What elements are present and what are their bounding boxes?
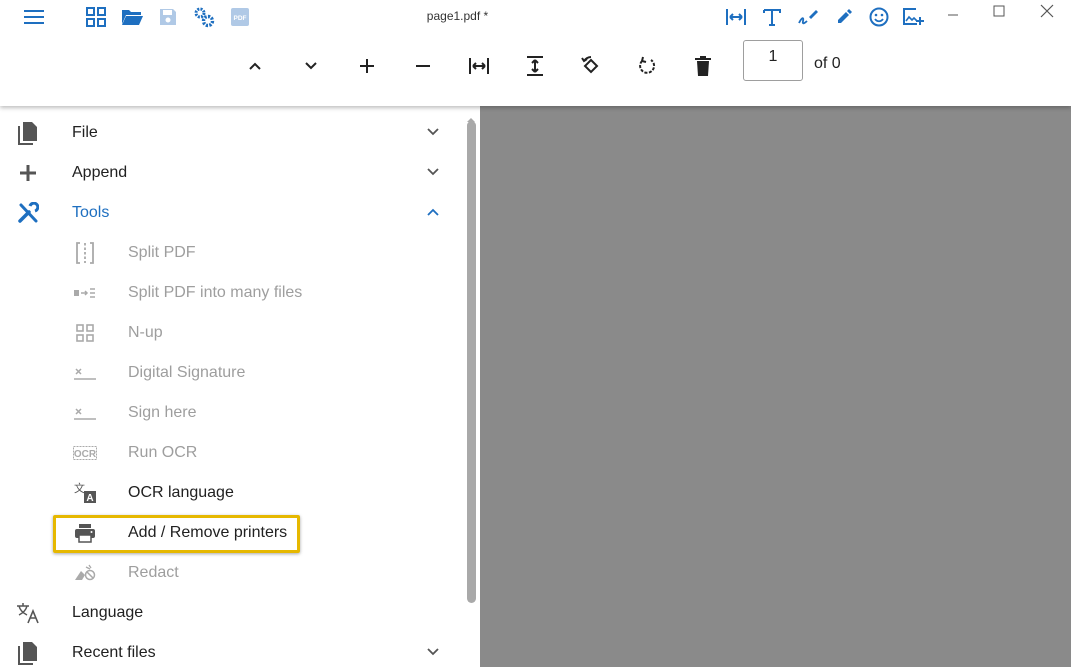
tool-redact-label: Redact	[128, 564, 179, 581]
text-tool-icon[interactable]	[760, 6, 784, 28]
tool-run-ocr-label: Run OCR	[128, 444, 198, 461]
sidebar-menu: File Append Tools Split PDF Split PDF in…	[0, 106, 480, 667]
tool-redact[interactable]: Redact	[0, 553, 462, 593]
menu-icon[interactable]	[22, 6, 46, 28]
save-icon[interactable]	[157, 6, 179, 28]
tool-ocr-language-label: OCR language	[128, 484, 234, 501]
menu-item-append[interactable]: Append	[0, 153, 462, 193]
chevron-down-icon	[426, 645, 444, 663]
redact-icon	[72, 561, 98, 585]
tool-run-ocr[interactable]: OCR Run OCR	[0, 433, 462, 473]
menu-item-recent-files[interactable]: Recent files	[0, 633, 462, 667]
minimize-window-icon[interactable]	[933, 0, 973, 22]
emoji-stamp-icon[interactable]	[867, 6, 891, 28]
file-copy-icon	[15, 641, 41, 665]
translate-icon: 文A	[72, 481, 98, 505]
tool-digital-signature-label: Digital Signature	[128, 364, 246, 381]
tool-n-up[interactable]: N-up	[0, 313, 462, 353]
next-page-icon[interactable]	[299, 54, 323, 78]
tool-split-pdf-label: Split PDF	[128, 244, 196, 261]
fit-to-height-icon[interactable]	[523, 54, 547, 78]
ocr-icon: OCR	[72, 441, 98, 465]
open-folder-icon[interactable]	[120, 6, 144, 28]
tool-sign-here[interactable]: Sign here	[0, 393, 462, 433]
menu-item-append-label: Append	[72, 164, 128, 181]
delete-page-icon[interactable]	[691, 54, 715, 78]
window-title: page1.pdf *	[426, 9, 489, 23]
close-window-icon[interactable]	[1027, 0, 1067, 22]
tool-ocr-language[interactable]: 文A OCR language	[0, 473, 462, 513]
rotate-counterclockwise-icon[interactable]	[579, 54, 603, 78]
tools-wrench-icon	[15, 201, 41, 225]
menu-item-language[interactable]: Language	[0, 593, 462, 633]
plus-icon	[15, 161, 41, 185]
chevron-up-icon	[426, 205, 444, 223]
settings-gears-icon[interactable]	[192, 6, 216, 28]
printer-icon	[72, 521, 98, 545]
tool-sign-here-label: Sign here	[128, 404, 197, 421]
chevron-down-icon	[426, 165, 444, 183]
menu-item-tools-label: Tools	[72, 204, 110, 221]
rotate-clockwise-icon[interactable]	[635, 54, 659, 78]
total-pages-label: of 0	[814, 55, 841, 72]
tool-split-many-files[interactable]: Split PDF into many files	[0, 273, 462, 313]
signature-pen-icon[interactable]	[795, 6, 821, 28]
n-up-grid-icon	[72, 321, 98, 345]
translate-icon	[15, 601, 41, 625]
split-many-files-icon	[72, 281, 98, 305]
svg-text:A: A	[86, 493, 93, 504]
tool-add-remove-printers-label: Add / Remove printers	[128, 524, 288, 541]
maximize-window-icon[interactable]	[979, 0, 1019, 22]
fit-width-icon[interactable]	[724, 6, 748, 28]
menu-item-file[interactable]: File	[0, 113, 462, 153]
svg-text:PDF: PDF	[234, 15, 247, 22]
menu-item-tools[interactable]: Tools	[0, 193, 462, 233]
tool-n-up-label: N-up	[128, 324, 163, 341]
page-number-input[interactable]	[743, 40, 803, 81]
highlighter-icon[interactable]	[832, 6, 856, 28]
add-image-icon[interactable]	[900, 6, 926, 28]
zoom-in-icon[interactable]	[355, 54, 379, 78]
pdf-file-icon[interactable]: PDF	[229, 6, 251, 28]
fit-to-width-icon[interactable]	[467, 54, 491, 78]
file-copy-icon	[15, 121, 41, 145]
svg-text:OCR: OCR	[74, 449, 97, 460]
tool-digital-signature[interactable]: Digital Signature	[0, 353, 462, 393]
thumbnails-grid-icon[interactable]	[85, 6, 107, 28]
signature-line-icon	[72, 361, 98, 385]
menu-item-language-label: Language	[72, 604, 144, 621]
signature-line-icon	[72, 401, 98, 425]
tool-split-many-files-label: Split PDF into many files	[128, 284, 303, 301]
zoom-out-icon[interactable]	[411, 54, 435, 78]
svg-text:文: 文	[74, 482, 85, 495]
tool-add-remove-printers[interactable]: Add / Remove printers	[0, 513, 462, 553]
app-header: PDF page1.pdf * 1 of 0	[0, 0, 1071, 106]
menu-item-file-label: File	[72, 124, 98, 141]
tool-split-pdf[interactable]: Split PDF	[0, 233, 462, 273]
document-viewer[interactable]	[480, 106, 1071, 667]
previous-page-icon[interactable]	[243, 54, 267, 78]
split-pdf-icon	[72, 241, 98, 265]
chevron-down-icon	[426, 125, 444, 143]
menu-item-recent-files-label: Recent files	[72, 644, 156, 661]
sidebar-scrollbar-thumb[interactable]	[467, 121, 476, 603]
